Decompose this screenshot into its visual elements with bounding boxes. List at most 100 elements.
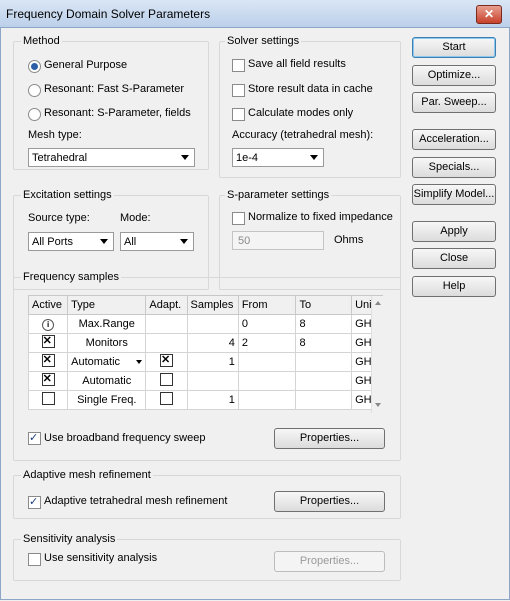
cell-adapt: [145, 333, 188, 353]
store-cache-checkbox[interactable]: [232, 84, 245, 97]
dialog-body: Method General Purpose Resonant: Fast S-…: [0, 27, 510, 600]
sensitivity-properties-button[interactable]: Properties...: [274, 551, 385, 572]
table-row[interactable]: Automatic 1 GHz: [27, 352, 383, 372]
table-row[interactable]: Monitors 4 2 8 GHz: [27, 333, 383, 353]
sensitivity-label[interactable]: Use sensitivity analysis: [44, 552, 157, 564]
adapt-checkbox[interactable]: [159, 353, 173, 367]
active-checkbox[interactable]: [41, 392, 55, 405]
impedance-unit: Ohms: [334, 234, 364, 246]
cell-samples[interactable]: 1: [186, 390, 239, 410]
help-button[interactable]: Help: [412, 276, 496, 297]
col-from: From: [237, 295, 297, 315]
adapt-checkbox[interactable]: [159, 392, 173, 405]
calc-modes-label[interactable]: Calculate modes only: [248, 107, 353, 119]
apply-button[interactable]: Apply: [412, 221, 496, 242]
table-scrollbar[interactable]: [371, 296, 384, 413]
chevron-down-icon: [180, 239, 188, 244]
accuracy-select[interactable]: 1e-4: [232, 148, 324, 167]
impedance-input[interactable]: 50: [232, 231, 324, 250]
col-active: Active: [27, 295, 69, 315]
store-cache-label[interactable]: Store result data in cache: [248, 83, 373, 95]
normalize-label[interactable]: Normalize to fixed impedance: [248, 211, 393, 223]
save-all-label[interactable]: Save all field results: [248, 58, 346, 70]
cell-to[interactable]: [295, 390, 353, 410]
specials-button[interactable]: Specials...: [412, 157, 496, 178]
close-button[interactable]: Close: [412, 248, 496, 269]
cell-to[interactable]: 8: [295, 314, 353, 334]
cell-type: Single Freq.: [67, 390, 147, 410]
solver-settings-title: Solver settings: [225, 35, 302, 47]
cell-type: Monitors: [67, 333, 147, 353]
close-icon[interactable]: ✕: [476, 5, 502, 24]
adapt-checkbox[interactable]: [159, 373, 173, 386]
chevron-down-icon: [100, 239, 108, 244]
simplify-model-button[interactable]: Simplify Model...: [412, 184, 496, 205]
radio-general-purpose[interactable]: [28, 60, 41, 73]
cell-samples[interactable]: 4: [186, 333, 239, 353]
optimize-button[interactable]: Optimize...: [412, 65, 496, 86]
col-samples: Samples: [186, 295, 239, 315]
frequency-samples-title: Frequency samples: [21, 271, 121, 283]
cell-adapt: [145, 314, 188, 334]
acceleration-button[interactable]: Acceleration...: [412, 129, 496, 150]
type-dropdown[interactable]: Automatic: [67, 352, 147, 372]
col-to: To: [295, 295, 353, 315]
mesh-type-label: Mesh type:: [28, 129, 82, 141]
adaptive-title: Adaptive mesh refinement: [21, 469, 153, 481]
active-checkbox[interactable]: [41, 372, 55, 386]
radio-general-purpose-label[interactable]: General Purpose: [44, 59, 127, 71]
radio-resonant-fast-label[interactable]: Resonant: Fast S-Parameter: [44, 83, 184, 95]
cell-from[interactable]: [237, 371, 297, 391]
sensitivity-checkbox[interactable]: [28, 553, 41, 566]
chevron-down-icon: [181, 155, 189, 160]
save-all-checkbox[interactable]: [232, 59, 245, 72]
mode-select[interactable]: All: [120, 232, 194, 251]
source-type-select[interactable]: All Ports: [28, 232, 114, 251]
cell-from[interactable]: [237, 352, 297, 372]
table-row[interactable]: i Max.Range 0 8 GHz: [27, 314, 383, 334]
cell-type: Automatic: [67, 371, 147, 391]
broadband-label[interactable]: Use broadband frequency sweep: [44, 432, 205, 444]
cell-from[interactable]: 0: [237, 314, 297, 334]
table-header: Active Type Adapt. Samples From To Unit: [27, 295, 383, 315]
cell-from[interactable]: 2: [237, 333, 297, 353]
mesh-type-value: Tetrahedral: [32, 152, 88, 164]
calc-modes-checkbox[interactable]: [232, 108, 245, 121]
source-type-label: Source type:: [28, 212, 90, 224]
adaptive-properties-button[interactable]: Properties...: [274, 491, 385, 512]
cell-samples[interactable]: 1: [186, 352, 239, 372]
table-row[interactable]: Automatic GHz: [27, 371, 383, 391]
table-row[interactable]: Single Freq. 1 GHz: [27, 390, 383, 410]
start-button[interactable]: Start: [412, 37, 496, 58]
cell-to[interactable]: [295, 371, 353, 391]
broadband-checkbox[interactable]: [28, 431, 41, 445]
window-title: Frequency Domain Solver Parameters: [6, 7, 211, 21]
scroll-up-icon[interactable]: [375, 301, 381, 305]
cell-type: Max.Range: [67, 314, 147, 334]
cell-samples[interactable]: [186, 371, 239, 391]
cell-type: Automatic: [71, 356, 121, 368]
active-checkbox[interactable]: [41, 334, 55, 348]
par-sweep-button[interactable]: Par. Sweep...: [412, 92, 496, 113]
cell-from[interactable]: [237, 390, 297, 410]
adaptive-label[interactable]: Adaptive tetrahedral mesh refinement: [44, 495, 227, 507]
scroll-down-icon[interactable]: [375, 403, 381, 407]
info-icon: i: [42, 318, 55, 331]
cell-to[interactable]: [295, 352, 353, 372]
title-bar: Frequency Domain Solver Parameters ✕: [0, 0, 510, 28]
radio-resonant-fields[interactable]: [28, 108, 41, 121]
col-adapt: Adapt.: [145, 295, 188, 315]
radio-resonant-fast[interactable]: [28, 84, 41, 97]
sensitivity-title: Sensitivity analysis: [21, 533, 118, 545]
mode-label: Mode:: [120, 212, 151, 224]
normalize-checkbox[interactable]: [232, 212, 245, 225]
mesh-type-select[interactable]: Tetrahedral: [28, 148, 195, 167]
adaptive-checkbox[interactable]: [28, 495, 41, 509]
active-checkbox[interactable]: [41, 353, 55, 367]
cell-samples: [186, 314, 239, 334]
accuracy-value: 1e-4: [236, 152, 259, 164]
radio-resonant-fields-label[interactable]: Resonant: S-Parameter, fields: [44, 107, 191, 119]
broadband-properties-button[interactable]: Properties...: [274, 428, 385, 449]
cell-to[interactable]: 8: [295, 333, 353, 353]
sparam-title: S-parameter settings: [225, 189, 332, 201]
